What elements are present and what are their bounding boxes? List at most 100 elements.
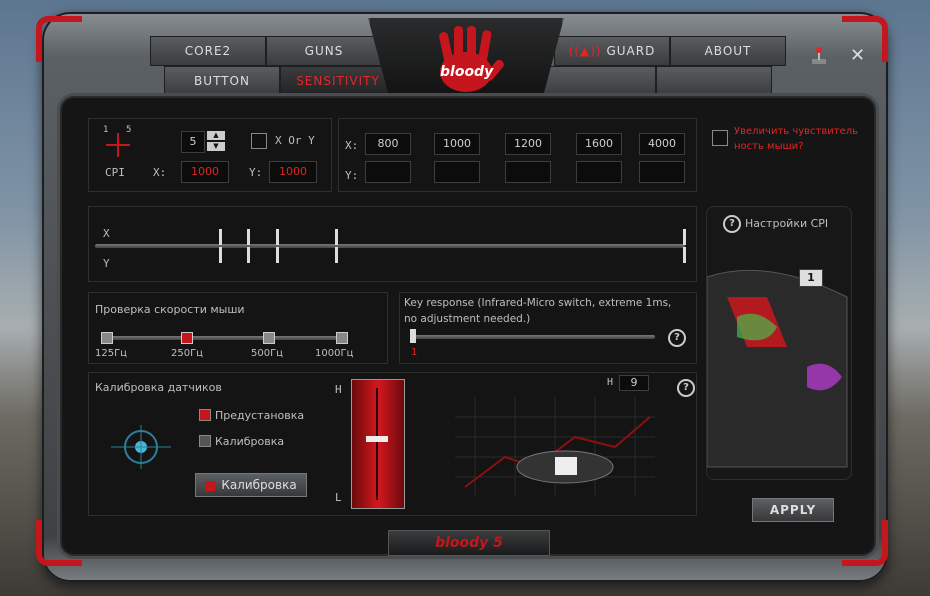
- cpi-y-value-2[interactable]: [434, 161, 480, 183]
- h-value-label: H: [607, 377, 614, 388]
- tab-button[interactable]: BUTTON: [164, 66, 280, 96]
- polling-rate-stop-500[interactable]: [263, 332, 275, 344]
- preset-radio[interactable]: [199, 409, 211, 421]
- slider-y-label: Y: [103, 257, 110, 270]
- bloody-hand-logo: [439, 26, 504, 92]
- cpi-marker-1-y[interactable]: [219, 247, 222, 263]
- cpi-marker-2[interactable]: [247, 229, 250, 245]
- cpi-marker-3[interactable]: [276, 229, 279, 245]
- cpi-marker-4[interactable]: [335, 229, 338, 245]
- cpi-y-value-5[interactable]: [639, 161, 685, 183]
- tab-guard-label: GUARD: [606, 44, 656, 58]
- polling-rate-title: Проверка скорости мыши: [95, 303, 245, 316]
- tab-about[interactable]: ABOUT: [670, 36, 786, 66]
- cpi-level-badge: 1: [799, 269, 823, 287]
- cpi-x-input[interactable]: 1000: [181, 161, 229, 183]
- tab-sensitivity[interactable]: SENSITIVITY: [280, 66, 396, 96]
- calibration-panel: Калибровка датчиков Предустановка Калибр…: [88, 372, 697, 516]
- joystick-icon[interactable]: [810, 46, 828, 66]
- cpi-marker-1[interactable]: [219, 229, 222, 245]
- polling-rate-stop-1000[interactable]: [336, 332, 348, 344]
- key-response-track[interactable]: [410, 335, 655, 339]
- polling-option-label: 1000Гц: [315, 348, 354, 359]
- calibrate-button-icon: [205, 480, 216, 491]
- lift-height-handle[interactable]: [366, 436, 388, 442]
- enhance-sensitivity-checkbox[interactable]: [712, 130, 728, 146]
- key-response-description: Key response (Infrared-Micro switch, ext…: [404, 297, 672, 325]
- lift-height-gauge[interactable]: [351, 379, 405, 509]
- calibrate-label: Калибровка: [215, 435, 285, 448]
- polling-option-label: 250Гц: [171, 348, 203, 359]
- tab-guns[interactable]: GUNS: [266, 36, 382, 66]
- sensor-target-icon: [111, 425, 171, 469]
- cpi-y-value-3[interactable]: [505, 161, 551, 183]
- key-response-value: 1: [411, 347, 418, 358]
- x-or-y-label: X Or Y: [275, 134, 315, 147]
- cpi-slider-panel: X Y: [88, 206, 697, 282]
- mouse-image: [707, 269, 848, 468]
- cpi-level-min-label: 1: [103, 125, 109, 135]
- apply-button[interactable]: APPLY: [752, 498, 834, 522]
- h-label: H: [335, 383, 342, 396]
- h-value-input[interactable]: 9: [619, 375, 649, 391]
- key-response-panel: Key response (Infrared-Micro switch, ext…: [399, 292, 697, 364]
- enhance-sensitivity-label: Увеличить чувствитель ность мыши?: [734, 126, 859, 152]
- logo-panel: bloody: [368, 18, 564, 106]
- tab-empty-2: [656, 66, 772, 96]
- cpi-level-icon: [106, 133, 130, 157]
- calibrate-radio[interactable]: [199, 435, 211, 447]
- polling-rate-stop-125[interactable]: [101, 332, 113, 344]
- cpi-x-value-3[interactable]: 1200: [505, 133, 551, 155]
- cpi-y-label: Y:: [249, 166, 263, 179]
- help-icon[interactable]: ?: [723, 215, 741, 233]
- cpi-table-y-label: Y:: [345, 169, 359, 182]
- cpi-x-label: X:: [153, 166, 167, 179]
- key-response-handle[interactable]: [410, 329, 416, 343]
- cpi-x-value-1[interactable]: 800: [365, 133, 411, 155]
- cpi-level-max-label: 5: [126, 125, 132, 135]
- close-icon[interactable]: ✕: [850, 47, 866, 65]
- help-icon[interactable]: ?: [668, 329, 686, 347]
- calibrate-button-label: Калибровка: [221, 478, 297, 492]
- help-icon[interactable]: ?: [677, 379, 695, 397]
- footer-logo: bloody 5: [388, 530, 550, 556]
- tab-guard[interactable]: ((▲)) GUARD: [554, 36, 670, 66]
- corner-decoration: [36, 16, 82, 62]
- cpi-label: CPI: [105, 166, 125, 179]
- cpi-x-value-2[interactable]: 1000: [434, 133, 480, 155]
- cpi-y-input[interactable]: 1000: [269, 161, 317, 183]
- cpi-level-input[interactable]: 5: [181, 131, 205, 153]
- mouse-calibration-graphic: [455, 397, 655, 497]
- chevron-up-icon[interactable]: ▲: [207, 131, 225, 140]
- preset-label: Предустановка: [215, 409, 305, 422]
- polling-option-label: 125Гц: [95, 348, 127, 359]
- tab-empty-1: [540, 66, 656, 96]
- polling-rate-stop-250[interactable]: [181, 332, 193, 344]
- logo-text: bloody: [440, 64, 494, 80]
- cpi-x-value-5[interactable]: 4000: [639, 133, 685, 155]
- slider-x-label: X: [103, 227, 110, 240]
- cpi-x-value-4[interactable]: 1600: [576, 133, 622, 155]
- l-label: L: [335, 491, 342, 504]
- calibrate-button[interactable]: Калибровка: [195, 473, 307, 497]
- cpi-marker-5-y[interactable]: [683, 247, 686, 263]
- cpi-slider-track[interactable]: [95, 244, 685, 248]
- cpi-values-panel: X: Y: 800 1000 1200 1600 4000: [338, 118, 697, 192]
- cpi-level-stepper[interactable]: ▲ ▼: [207, 131, 225, 151]
- cpi-marker-2-y[interactable]: [247, 247, 250, 263]
- polling-rate-panel: Проверка скорости мыши 125Гц 250Гц 500Гц…: [88, 292, 388, 364]
- cpi-y-value-4[interactable]: [576, 161, 622, 183]
- cpi-marker-4-y[interactable]: [335, 247, 338, 263]
- cpi-table-x-label: X:: [345, 139, 359, 152]
- x-or-y-checkbox[interactable]: [251, 133, 267, 149]
- cpi-settings-label: Настройки CPI: [745, 217, 829, 230]
- guard-icon: ((▲)): [568, 44, 602, 58]
- tab-core2[interactable]: CORE2: [150, 36, 266, 66]
- cpi-y-value-1[interactable]: [365, 161, 411, 183]
- polling-option-label: 500Гц: [251, 348, 283, 359]
- calibration-title: Калибровка датчиков: [95, 381, 222, 394]
- chevron-down-icon[interactable]: ▼: [207, 142, 225, 151]
- cpi-marker-5[interactable]: [683, 229, 686, 245]
- polling-rate-track[interactable]: [103, 336, 343, 340]
- cpi-marker-3-y[interactable]: [276, 247, 279, 263]
